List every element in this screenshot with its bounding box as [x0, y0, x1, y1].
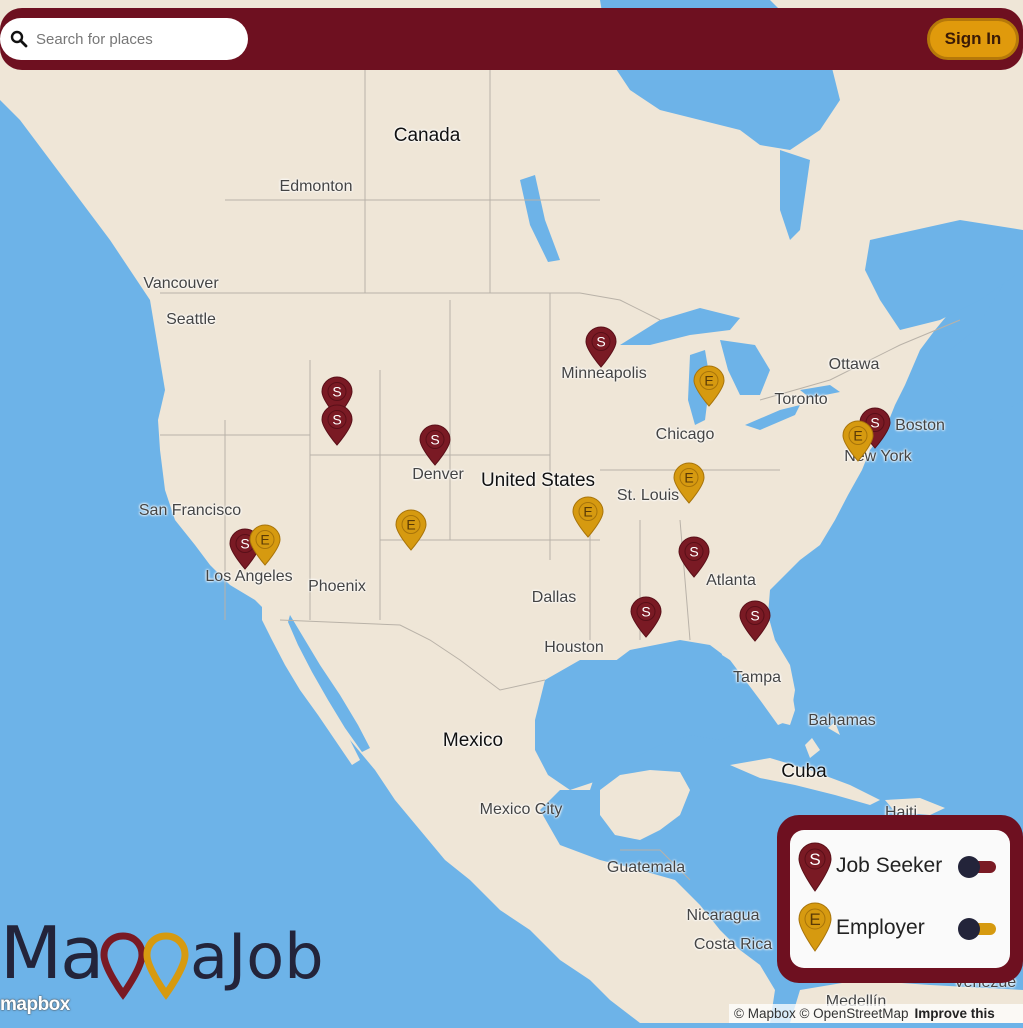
legend-employer-label: Employer	[836, 916, 925, 939]
job-seeker-marker[interactable]: S	[585, 326, 617, 368]
employer-marker[interactable]: E	[572, 496, 604, 538]
svg-text:E: E	[809, 910, 820, 929]
attribution-text[interactable]: © Mapbox © OpenStreetMap	[734, 1006, 908, 1021]
svg-text:S: S	[750, 608, 759, 624]
legend-panel: S Job Seeker E Employer	[777, 815, 1023, 983]
legend-row-employer: E Employer	[790, 902, 1010, 962]
svg-text:S: S	[430, 432, 439, 448]
employer-marker[interactable]: E	[842, 420, 874, 462]
svg-text:E: E	[260, 532, 269, 548]
svg-text:S: S	[809, 850, 820, 869]
attribution: © Mapbox © OpenStreetMap Improve this	[729, 1004, 1023, 1023]
logo-pin-red	[100, 932, 146, 1000]
employer-marker[interactable]: E	[249, 524, 281, 566]
svg-text:S: S	[332, 412, 341, 428]
svg-text:E: E	[406, 517, 415, 533]
employer-marker[interactable]: E	[673, 462, 705, 504]
seeker-pin-icon: S	[798, 842, 832, 892]
svg-text:Ma: Ma	[0, 911, 102, 995]
svg-text:S: S	[641, 604, 650, 620]
svg-text:S: S	[332, 384, 341, 400]
job-seeker-marker[interactable]: S	[321, 404, 353, 446]
job-seeker-marker[interactable]: S	[678, 536, 710, 578]
svg-text:E: E	[583, 504, 592, 520]
svg-text:aJob: aJob	[190, 920, 324, 993]
employer-marker[interactable]: E	[693, 365, 725, 407]
svg-text:E: E	[684, 470, 693, 486]
employer-pin-icon: E	[798, 902, 832, 952]
mapbox-logo[interactable]: mapbox	[0, 994, 70, 1016]
job-seeker-marker[interactable]: S	[739, 600, 771, 642]
sign-in-button[interactable]: Sign In	[927, 18, 1019, 60]
search-icon	[10, 30, 28, 48]
legend-seeker-label: Job Seeker	[836, 854, 943, 877]
seeker-toggle[interactable]	[958, 856, 1000, 878]
job-seeker-marker[interactable]: S	[630, 596, 662, 638]
svg-text:E: E	[704, 373, 713, 389]
employer-marker[interactable]: E	[395, 509, 427, 551]
employer-toggle[interactable]	[958, 918, 1000, 940]
svg-text:S: S	[596, 334, 605, 350]
logo-pin-gold	[143, 932, 189, 1000]
job-seeker-marker[interactable]: S	[419, 424, 451, 466]
svg-text:S: S	[689, 544, 698, 560]
improve-map-link[interactable]: Improve this	[914, 1006, 994, 1021]
mappajob-logo: Ma aJob	[0, 911, 324, 1000]
svg-text:E: E	[853, 428, 862, 444]
legend-card: S Job Seeker E Employer	[790, 830, 1010, 968]
search-input[interactable]	[34, 29, 238, 49]
search-box[interactable]	[0, 18, 248, 60]
legend-row-seeker: S Job Seeker	[790, 842, 1010, 902]
